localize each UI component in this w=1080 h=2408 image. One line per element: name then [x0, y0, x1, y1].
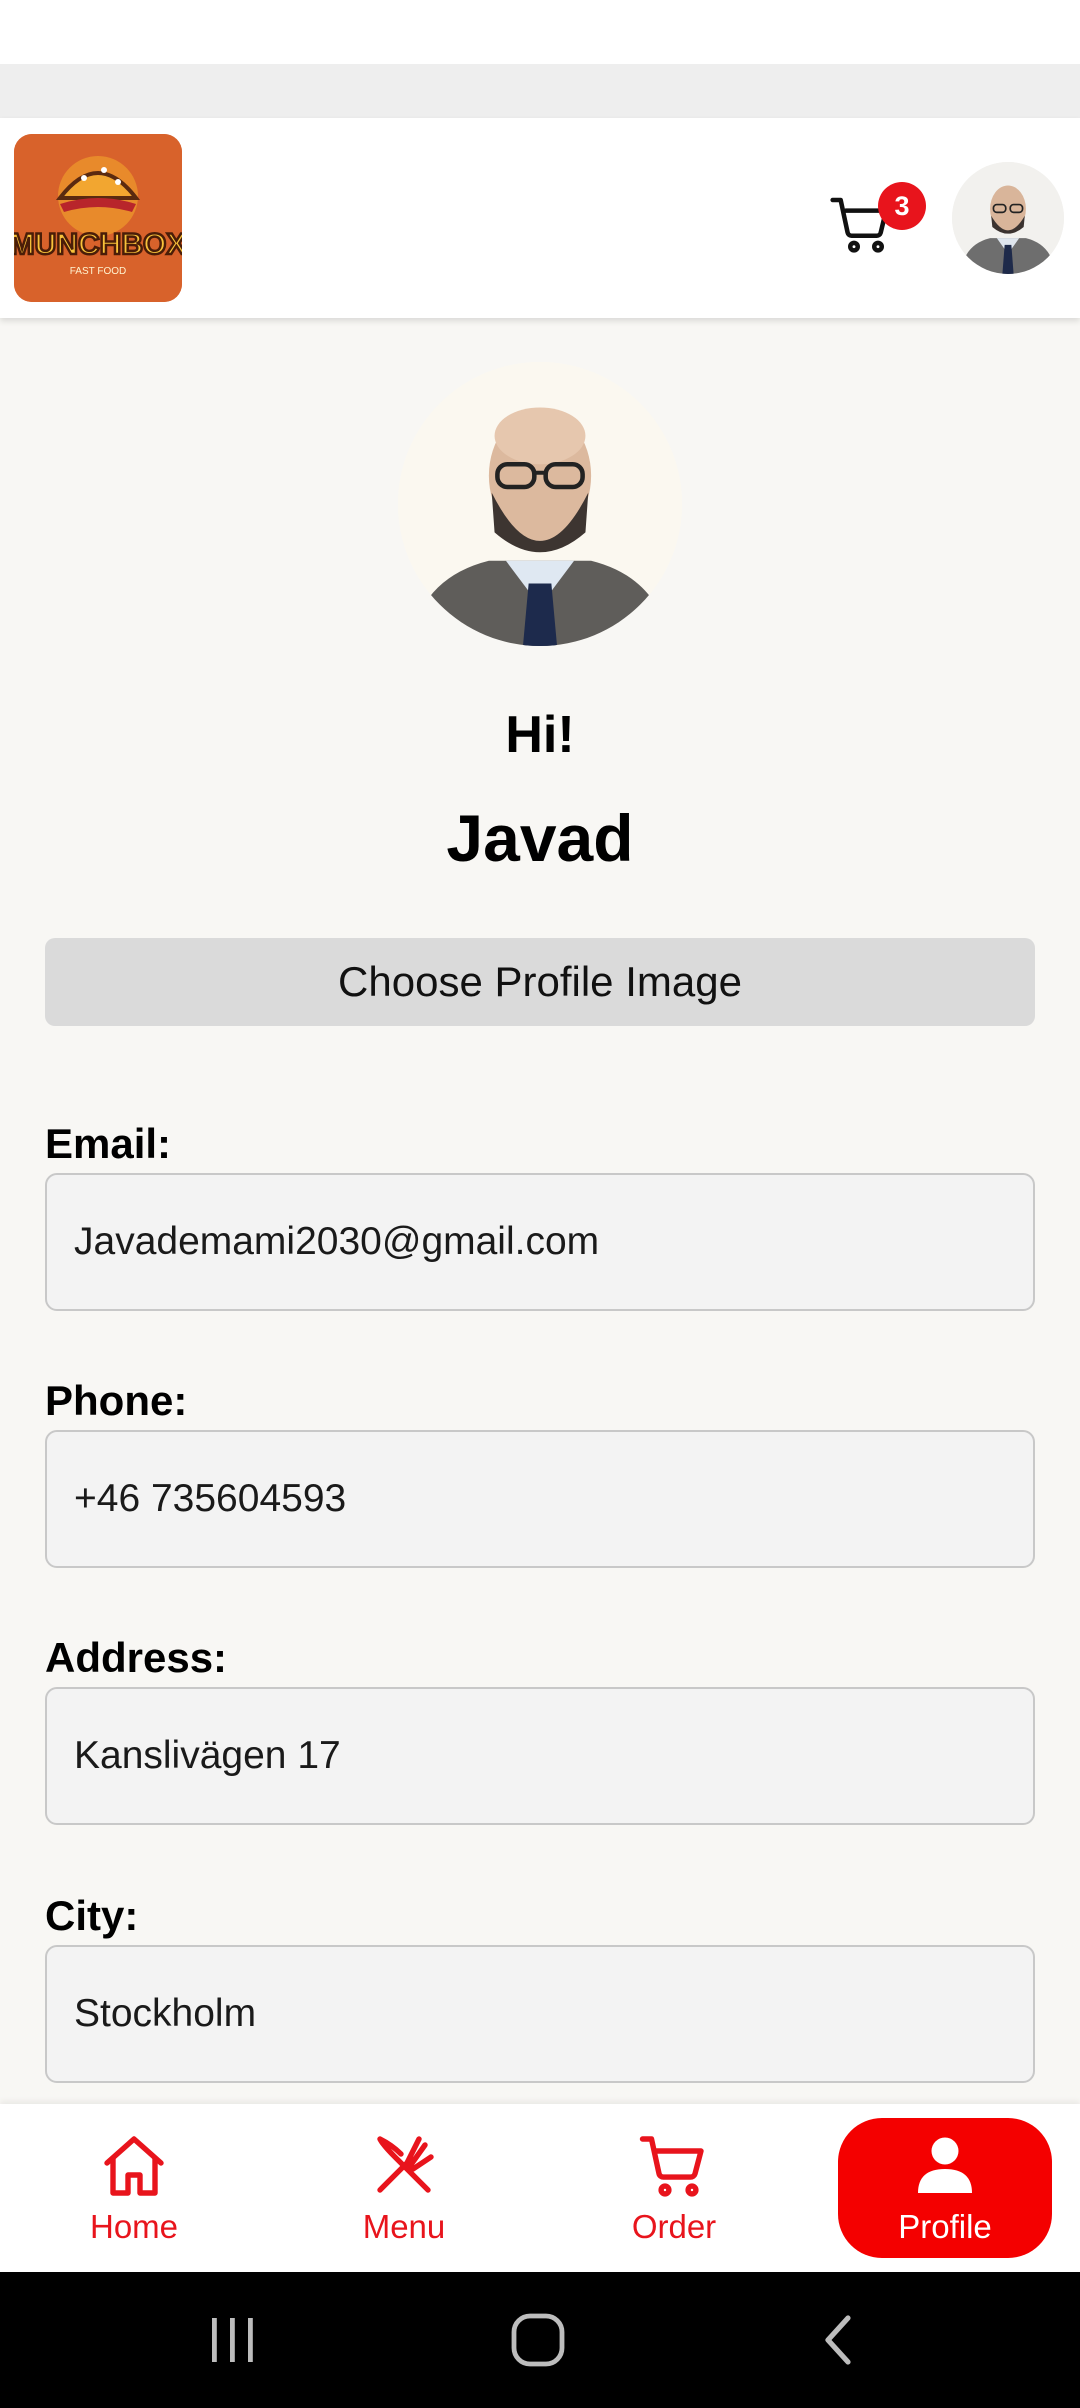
- header-cart-button[interactable]: 3: [826, 182, 936, 272]
- munchbox-logo[interactable]: MUNCHBOX FAST FOOD: [14, 134, 182, 302]
- svg-text:MUNCHBOX: MUNCHBOX: [14, 228, 182, 261]
- back-icon[interactable]: [818, 2310, 858, 2370]
- nav-profile-label: Profile: [898, 2208, 992, 2245]
- email-field[interactable]: Javademami2030@gmail.com: [45, 1173, 1035, 1311]
- person-icon: [918, 2137, 972, 2193]
- nav-order[interactable]: Order: [574, 2104, 774, 2272]
- header-avatar[interactable]: [952, 162, 1064, 274]
- nav-order-label: Order: [631, 2208, 717, 2245]
- top-strip: [0, 64, 1080, 118]
- email-label: Email:: [45, 1120, 172, 1167]
- cart-count-badge: 3: [878, 182, 926, 230]
- phone-label: Phone:: [45, 1377, 188, 1424]
- address-label: Address:: [45, 1634, 228, 1681]
- user-name: Javad: [446, 801, 634, 875]
- system-navigation-bar: [0, 2272, 1080, 2408]
- profile-avatar: [398, 362, 682, 646]
- nav-menu[interactable]: Menu: [304, 2104, 504, 2272]
- recent-apps-icon[interactable]: [206, 2310, 258, 2370]
- greeting-text: Hi!: [505, 706, 575, 764]
- home-icon: [104, 2136, 164, 2196]
- svg-text:FAST FOOD: FAST FOOD: [70, 266, 127, 277]
- phone-field[interactable]: +46 735604593: [45, 1430, 1035, 1568]
- nav-profile[interactable]: Profile: [838, 2118, 1052, 2258]
- address-field[interactable]: Kanslivägen 17: [45, 1687, 1035, 1825]
- status-bar: [0, 0, 1080, 64]
- app-header: MUNCHBOX FAST FOOD 3: [0, 118, 1080, 318]
- nav-home[interactable]: Home: [34, 2104, 234, 2272]
- bottom-navigation: Home Menu Order Profile: [0, 2104, 1080, 2272]
- city-label: City:: [45, 1892, 139, 1939]
- city-field[interactable]: Stockholm: [45, 1945, 1035, 2083]
- cart-icon: [639, 2136, 704, 2197]
- nav-menu-label: Menu: [362, 2208, 446, 2245]
- home-circle-icon[interactable]: [508, 2310, 568, 2370]
- fork-knife-icon: [377, 2136, 434, 2193]
- nav-home-label: Home: [89, 2208, 179, 2245]
- choose-profile-image-button[interactable]: Choose Profile Image: [45, 938, 1035, 1026]
